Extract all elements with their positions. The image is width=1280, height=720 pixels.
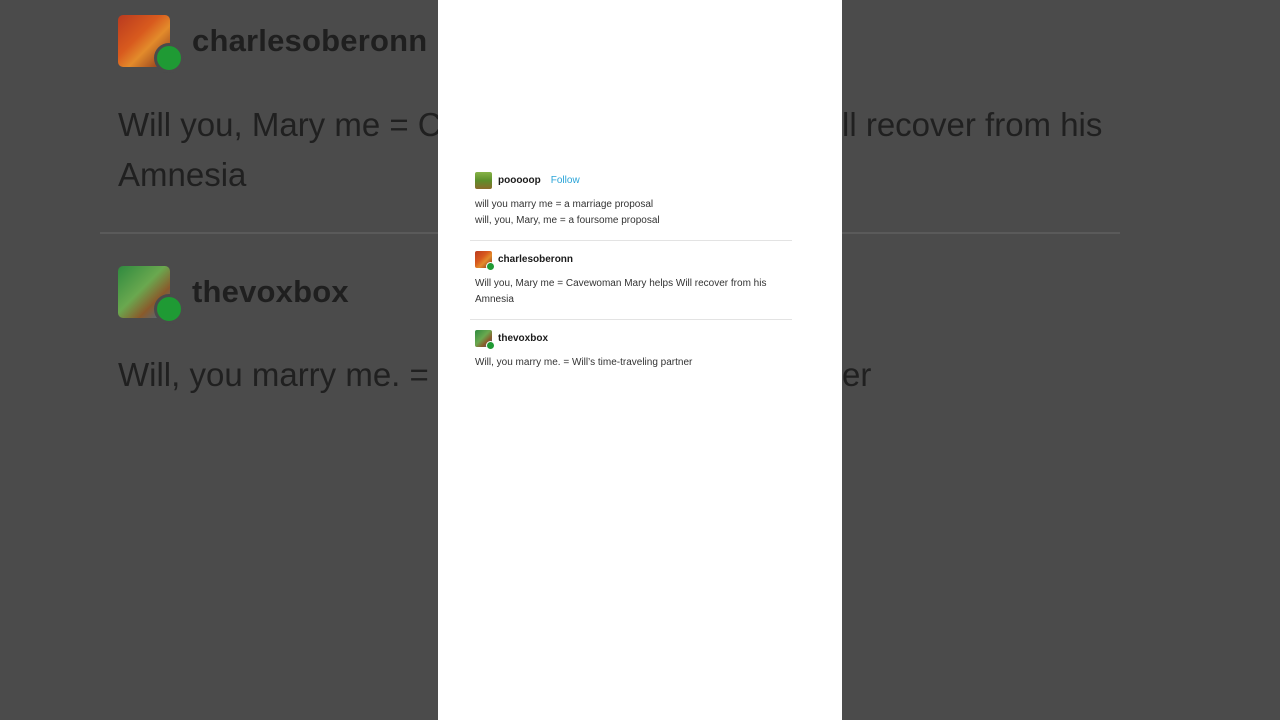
username: charlesoberonn: [192, 23, 428, 58]
post-body: Will, you marry me. = Will’s time-travel…: [475, 357, 693, 368]
divider: [470, 240, 792, 241]
background-post-text-line2: Amnesia: [118, 156, 247, 193]
post-body: will you marry me = a marriage proposal …: [475, 197, 793, 229]
username[interactable]: pooooop: [498, 175, 541, 186]
post-body: Will you, Mary me = Cavewoman Mary helps…: [475, 278, 767, 305]
avatar: [118, 15, 184, 73]
reply-post-thevoxbox: thevoxbox Will, you marry me. = Will’s t…: [475, 329, 793, 371]
reblog-badge-icon: [486, 261, 495, 271]
avatar[interactable]: [475, 171, 492, 189]
username[interactable]: charlesoberonn: [498, 254, 573, 265]
avatar: [118, 266, 184, 324]
avatar[interactable]: [475, 329, 495, 350]
background-post-text: Will you, Mary me = C: [118, 106, 442, 143]
reblog-badge-icon: [486, 340, 495, 350]
username: thevoxbox: [192, 274, 349, 309]
username[interactable]: thevoxbox: [498, 333, 548, 344]
reblog-badge-icon: [154, 43, 184, 73]
avatar[interactable]: [475, 250, 495, 271]
background-post-text-tail: ll recover from his: [842, 106, 1103, 143]
divider: [470, 319, 792, 320]
follow-button[interactable]: Follow: [551, 175, 580, 186]
reblog-badge-icon: [154, 294, 184, 324]
post-card: pooooop Follow will you marry me = a mar…: [438, 0, 842, 720]
op-post: pooooop Follow will you marry me = a mar…: [475, 171, 793, 229]
reply-post-charlesoberonn: charlesoberonn Will you, Mary me = Cavew…: [475, 250, 793, 308]
background-post-text: Will, you marry me. =: [118, 356, 429, 393]
post-line: will, you, Mary, me = a foursome proposa…: [475, 215, 660, 226]
post-line: will you marry me = a marriage proposal: [475, 199, 654, 210]
background-post-text-tail: er: [842, 356, 872, 393]
